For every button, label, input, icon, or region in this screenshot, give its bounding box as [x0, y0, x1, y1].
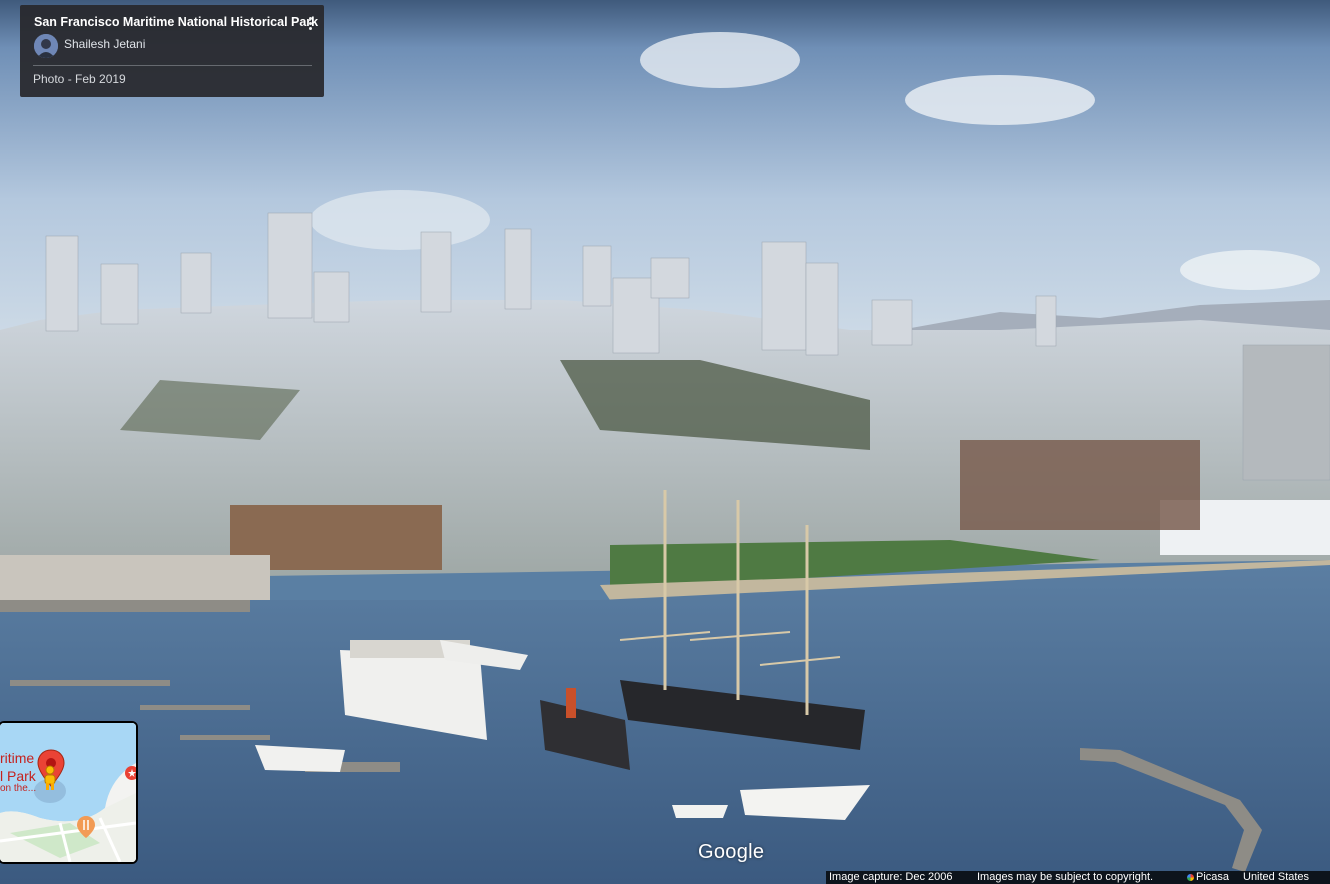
- google-logo: Google: [698, 841, 765, 863]
- street-view-photo[interactable]: [0, 0, 1330, 884]
- map-label-line1: ritime: [0, 750, 35, 766]
- avatar[interactable]: [34, 34, 58, 58]
- author-name[interactable]: Shailesh Jetani: [64, 37, 145, 51]
- attraction-pin-icon: [125, 766, 136, 780]
- photo-info-card: San Francisco Maritime National Historic…: [20, 5, 324, 97]
- divider: [33, 65, 312, 66]
- avatar-image: [34, 34, 58, 58]
- more-vert-icon[interactable]: [306, 16, 314, 34]
- restaurant-pin-icon: [77, 816, 95, 838]
- attribution-bar: Image capture: Dec 2006 Images may be su…: [826, 871, 1330, 884]
- minimap[interactable]: ritime l Park on the...: [0, 721, 138, 864]
- place-title[interactable]: San Francisco Maritime National Historic…: [34, 15, 318, 29]
- copyright-link[interactable]: Images may be subject to copyright.: [977, 871, 1153, 884]
- pegman-icon[interactable]: [42, 765, 58, 791]
- image-capture-date: Image capture: Dec 2006: [829, 871, 953, 883]
- picasa-label: Picasa: [1196, 871, 1230, 883]
- picasa-icon: [1187, 874, 1194, 881]
- picasa-attribution[interactable]: Picasa: [1187, 871, 1229, 884]
- map-label-line3: on the...: [0, 783, 37, 794]
- map-label-line2: l Park: [0, 768, 36, 784]
- country-label[interactable]: United States: [1243, 871, 1309, 884]
- photo-date: Photo - Feb 2019: [33, 72, 126, 86]
